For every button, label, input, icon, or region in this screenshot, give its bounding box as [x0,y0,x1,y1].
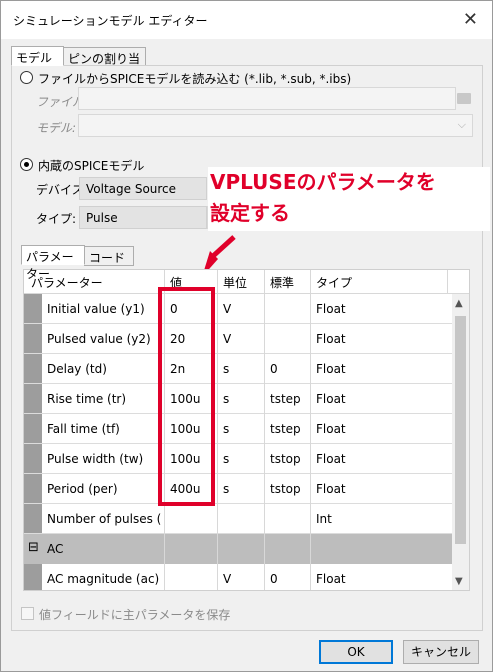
cancel-button[interactable]: キャンセル [403,640,479,664]
ok-button[interactable]: OK [319,640,393,664]
value-column-highlight [158,287,215,506]
tab-pin-assignment[interactable]: ピンの割り当て [63,47,146,83]
table-row[interactable]: Pulsed value (y2) 20 V Float [24,324,452,354]
param-unit: V [223,332,232,346]
title-bar: シミュレーションモデル エディター ✕ [1,1,492,39]
annotation-line-1: VPLUSEのパラメータを [210,170,436,194]
scroll-up-icon[interactable]: ▲ [455,298,463,309]
table-row[interactable]: Initial value (y1) 0 V Float [24,294,452,324]
param-name: Pulse width (tw) [47,452,144,466]
param-name: Period (per) [47,482,118,496]
file-option-label: ファイルからSPICEモデルを読み込む (*.lib, *.sub, *.ibs… [38,72,352,86]
param-unit: V [223,302,232,316]
param-name: Initial value (y1) [47,302,145,316]
type-label: タイプ: [36,212,77,226]
collapse-icon[interactable]: ⊟ [28,540,39,555]
param-standard: tstep [270,422,301,436]
radio-builtin-model[interactable] [20,158,33,171]
param-type: Float [316,482,346,496]
save-params-checkbox[interactable] [21,607,34,620]
param-name: AC magnitude (ac) [47,572,160,586]
param-type: Float [316,572,346,586]
table-row[interactable]: Period (per) 400u s tstop Float [24,474,452,504]
param-unit: s [223,422,230,436]
file-path-field[interactable] [78,87,456,110]
parameter-grid: パラメーター 値 単位 標準 タイプ Initial value (y1) 0 … [23,269,470,591]
group-row-ac[interactable]: ⊟ AC [24,534,452,564]
tab-model[interactable]: モデル [11,46,64,66]
param-unit: s [223,392,230,406]
param-unit: s [223,452,230,466]
param-standard: tstep [270,392,301,406]
scroll-down-icon[interactable]: ▼ [455,576,463,587]
param-type: Float [316,452,346,466]
save-params-label: 値フィールドに主パラメータを保存 [39,608,231,622]
device-select[interactable]: Voltage Source [79,177,207,200]
simulation-model-editor-dialog: シミュレーションモデル エディター ✕ モデル ピンの割り当て ファイルからSP… [0,0,493,672]
table-row[interactable]: Fall time (tf) 100u s tstep Float [24,414,452,444]
builtin-option-label: 内蔵のSPICEモデル [38,159,145,173]
table-row[interactable]: Rise time (tr) 100u s tstep Float [24,384,452,414]
type-value: Pulse [86,211,118,225]
annotation-line-2: 設定する [210,201,290,225]
vertical-scrollbar[interactable]: ▲ ▼ [452,294,469,590]
chevron-down-icon: ⌵ [457,118,466,131]
type-select[interactable]: Pulse [79,206,207,229]
folder-icon[interactable] [457,93,471,104]
model-select[interactable]: ⌵ [78,114,473,137]
scroll-thumb[interactable] [455,316,466,544]
radio-file-model[interactable] [20,71,33,84]
param-type: Float [316,332,346,346]
grid-header: パラメーター 値 単位 標準 タイプ [24,270,469,294]
param-type: Float [316,392,346,406]
tab-parameters[interactable]: パラメーター [21,245,85,281]
param-unit: s [223,362,230,376]
device-value: Voltage Source [86,182,177,196]
param-type: Float [316,422,346,436]
window-title: シミュレーションモデル エディター [13,14,208,28]
param-name: Number of pulses (np [47,512,162,526]
annotation-callout: VPLUSEのパラメータを 設定する [208,167,490,231]
table-row[interactable]: Delay (td) 2n s 0 Float [24,354,452,384]
param-standard: 0 [270,572,278,586]
param-unit: V [223,572,232,586]
model-label: モデル: [36,121,77,135]
header-type[interactable]: タイプ [316,274,352,291]
param-type: Float [316,302,346,316]
table-row[interactable]: AC magnitude (ac) V 0 Float [24,564,452,590]
close-icon[interactable]: ✕ [463,9,478,30]
param-type: Int [316,512,332,526]
table-row[interactable]: Pulse width (tw) 100u s tstop Float [24,444,452,474]
group-label: AC [47,542,64,556]
param-standard: tstop [270,452,301,466]
tab-code[interactable]: コード [84,246,134,266]
param-name: Delay (td) [47,362,107,376]
header-standard[interactable]: 標準 [270,274,294,291]
param-type: Float [316,362,346,376]
table-row[interactable]: Number of pulses (np Int [24,504,452,534]
param-name: Pulsed value (y2) [47,332,151,346]
param-unit: s [223,482,230,496]
param-standard: 0 [270,362,278,376]
param-name: Rise time (tr) [47,392,127,406]
header-unit[interactable]: 単位 [223,274,247,291]
param-name: Fall time (tf) [47,422,120,436]
param-standard: tstop [270,482,301,496]
